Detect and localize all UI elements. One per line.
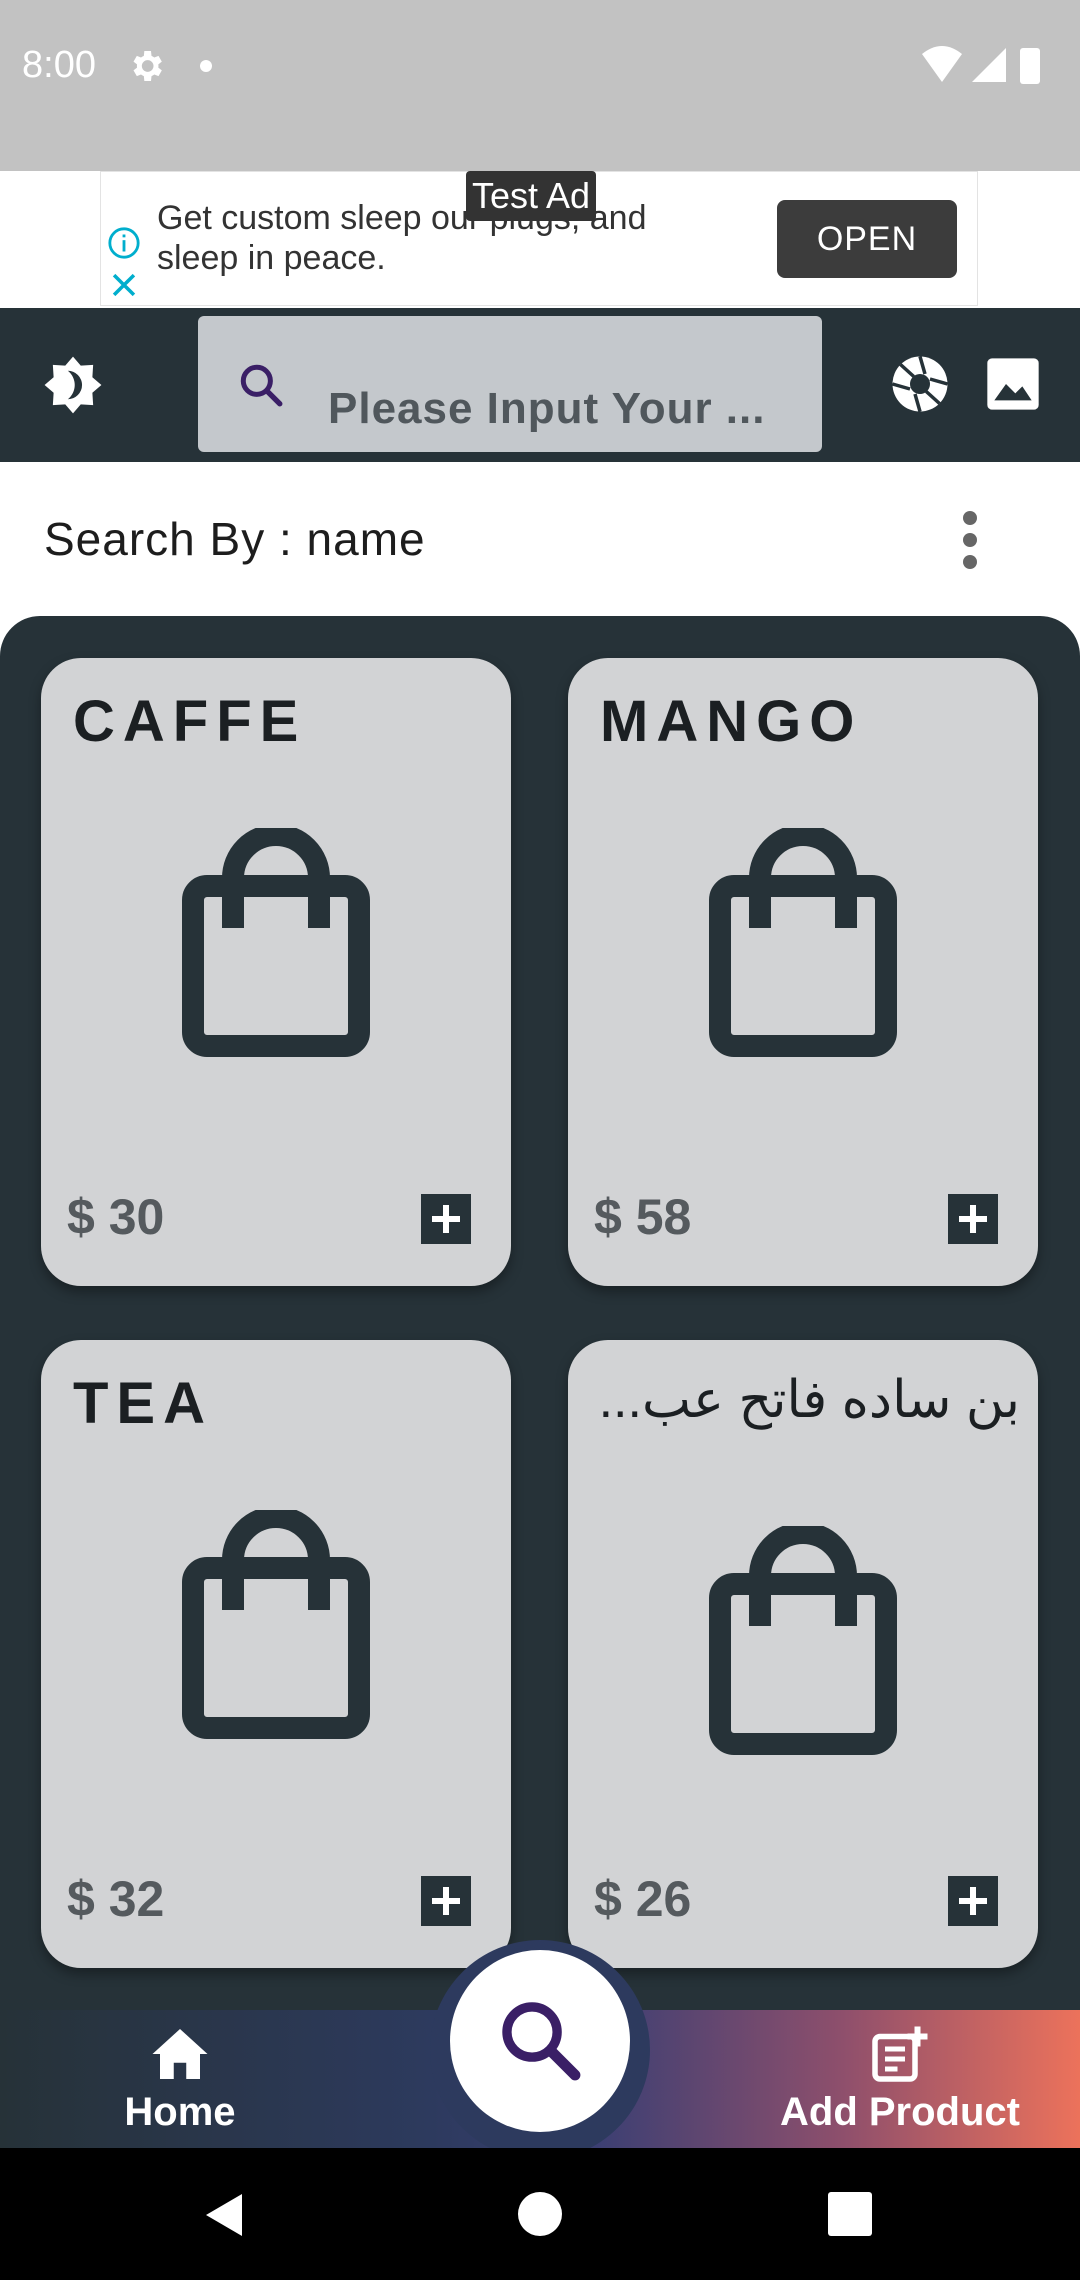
product-name: MANGO — [600, 689, 863, 754]
nav-home-label: Home — [124, 2090, 236, 2134]
back-icon[interactable] — [200, 2190, 250, 2240]
search-placeholder: Please Input Your ... — [328, 384, 766, 433]
ad-banner[interactable]: Get custom sleep our plugs, and sleep in… — [0, 171, 1080, 308]
info-icon[interactable] — [107, 226, 141, 260]
product-card-mango[interactable]: MANGO $ 58 — [568, 658, 1038, 1286]
more-vertical-icon[interactable] — [955, 510, 985, 570]
add-icon[interactable] — [948, 1876, 998, 1926]
shopping-bag-icon — [182, 828, 370, 1057]
shopping-bag-icon — [709, 828, 897, 1057]
test-ad-tag: Test Ad — [466, 171, 597, 221]
search-input[interactable]: Please Input Your ... — [198, 316, 822, 452]
ad-text[interactable]: Get custom sleep our plugs, and sleep in… — [157, 198, 717, 278]
ad-open-button[interactable]: OPEN — [777, 200, 957, 278]
product-card-caffe[interactable]: CAFFE $ 30 — [41, 658, 511, 1286]
product-price: $ 26 — [594, 1871, 692, 1927]
status-time: 8:00 — [22, 44, 96, 86]
product-name: CAFFE — [73, 689, 307, 754]
battery-icon — [1020, 48, 1040, 84]
system-nav-bar — [0, 2148, 1080, 2280]
product-card-arabic[interactable]: بن ساده فاتح عب... $ 26 — [568, 1340, 1038, 1968]
shopping-bag-icon — [182, 1510, 370, 1739]
status-bar: 8:00 — [0, 0, 1080, 171]
nav-home[interactable]: Home — [100, 2010, 260, 2148]
product-price: $ 30 — [67, 1189, 165, 1245]
search-by-label: Search By : name — [44, 513, 426, 565]
product-name: بن ساده فاتح عب... — [600, 1371, 1020, 1429]
close-icon[interactable] — [107, 268, 141, 302]
shopping-bag-icon — [709, 1526, 897, 1755]
home-icon — [152, 2029, 208, 2079]
wifi-icon — [922, 46, 962, 82]
signal-icon — [972, 48, 1006, 82]
status-icons — [922, 46, 1040, 84]
search-icon — [240, 364, 283, 407]
theme-icon[interactable] — [42, 354, 104, 416]
recents-button[interactable] — [828, 2192, 872, 2236]
product-name: TEA — [73, 1371, 213, 1436]
home-button[interactable] — [518, 2192, 562, 2236]
product-card-tea[interactable]: TEA $ 32 — [41, 1340, 511, 1968]
nav-add-product[interactable]: Add Product — [770, 2010, 1030, 2148]
gallery-icon[interactable] — [985, 356, 1041, 412]
add-icon[interactable] — [421, 1194, 471, 1244]
nav-add-product-label: Add Product — [780, 2090, 1020, 2134]
product-price: $ 32 — [67, 1871, 165, 1927]
camera-shutter-icon[interactable] — [890, 354, 950, 414]
toolbar: Please Input Your ... — [0, 308, 1080, 462]
search-icon — [502, 2002, 581, 2081]
search-fab[interactable] — [450, 1950, 630, 2132]
add-icon[interactable] — [421, 1876, 471, 1926]
product-grid: CAFFE $ 30 MANGO $ 58 TEA $ 32 بن ساده ف… — [0, 616, 1080, 2016]
notification-dot — [200, 60, 212, 72]
gear-icon — [133, 51, 162, 81]
add-product-icon — [872, 2026, 928, 2082]
product-price: $ 58 — [594, 1189, 692, 1245]
add-icon[interactable] — [948, 1194, 998, 1244]
